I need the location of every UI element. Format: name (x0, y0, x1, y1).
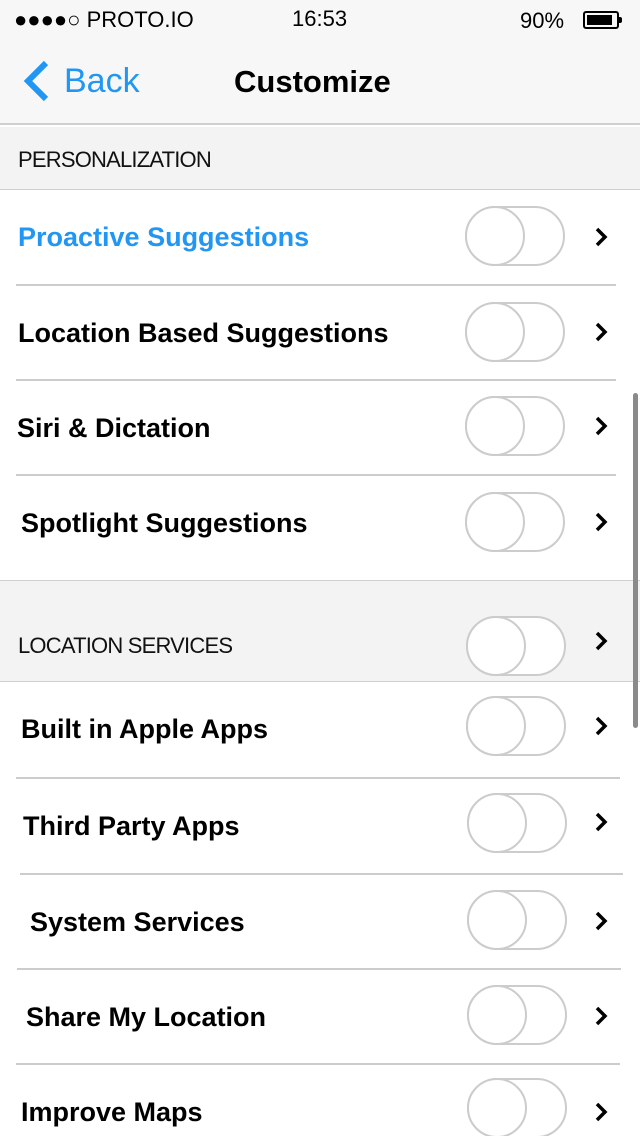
list-item-system-services[interactable]: System Services (0, 875, 640, 970)
toggle-knob (467, 890, 527, 950)
toggle-knob (465, 206, 525, 266)
list-item-siri-dictation[interactable]: Siri & Dictation (0, 381, 640, 476)
share-my-location-toggle[interactable] (467, 985, 567, 1045)
toggle-knob (467, 985, 527, 1045)
list-item-spotlight-suggestions[interactable]: Spotlight Suggestions (0, 476, 640, 580)
chevron-right-icon[interactable] (594, 226, 608, 248)
toggle-knob (467, 793, 527, 853)
chevron-left-icon (23, 60, 49, 102)
list-item-label: Spotlight Suggestions (21, 508, 308, 538)
chevron-right-icon[interactable] (594, 511, 608, 533)
scrollbar[interactable] (633, 393, 638, 728)
signal-strength-icon: ●●●●○ (14, 7, 81, 32)
list-item-proactive-suggestions[interactable]: Proactive Suggestions (0, 190, 640, 286)
toggle-knob (465, 492, 525, 552)
back-button[interactable]: Back (22, 60, 140, 102)
list-item-label: System Services (30, 907, 245, 937)
location-based-suggestions-toggle[interactable] (465, 302, 565, 362)
chevron-right-icon[interactable] (594, 715, 608, 737)
toggle-knob (465, 302, 525, 362)
proactive-suggestions-toggle[interactable] (465, 206, 565, 266)
section-header-personalization: PERSONALIZATION (0, 127, 640, 190)
status-bar: ●●●●○ PROTO.IO 16:53 90% (0, 0, 640, 40)
chevron-right-icon[interactable] (594, 910, 608, 932)
chevron-right-icon[interactable] (594, 630, 608, 652)
list-item-improve-maps[interactable]: Improve Maps (0, 1065, 640, 1136)
navigation-bar: Back Customize (0, 40, 640, 125)
list-item-label: Siri & Dictation (17, 413, 211, 443)
list-item-built-in-apple-apps[interactable]: Built in Apple Apps (0, 682, 640, 779)
spotlight-suggestions-toggle[interactable] (465, 492, 565, 552)
section-header-location-services: LOCATION SERVICES (0, 580, 640, 682)
carrier-label: ●●●●○ PROTO.IO (14, 7, 194, 32)
status-time: 16:53 (292, 6, 348, 31)
chevron-right-icon[interactable] (594, 321, 608, 343)
location-services-toggle[interactable] (466, 616, 566, 676)
list-item-label: Proactive Suggestions (18, 222, 310, 252)
section-title: PERSONALIZATION (18, 147, 212, 172)
list-item-label: Share My Location (26, 1002, 267, 1032)
list-item-label: Built in Apple Apps (21, 714, 268, 744)
system-services-toggle[interactable] (467, 890, 567, 950)
toggle-knob (467, 1078, 527, 1136)
built-in-apple-apps-toggle[interactable] (466, 696, 566, 756)
section-title: LOCATION SERVICES (18, 633, 233, 658)
page-title: Customize (234, 64, 391, 99)
list-item-third-party-apps[interactable]: Third Party Apps (0, 779, 640, 875)
list-item-label: Location Based Suggestions (18, 318, 389, 348)
list-item-label: Improve Maps (21, 1097, 203, 1127)
back-label: Back (64, 61, 140, 100)
siri-dictation-toggle[interactable] (465, 396, 565, 456)
toggle-knob (466, 616, 526, 676)
battery-percent: 90% (520, 8, 565, 33)
toggle-knob (465, 396, 525, 456)
list-item-label: Third Party Apps (23, 811, 240, 841)
chevron-right-icon[interactable] (594, 811, 608, 833)
chevron-right-icon[interactable] (594, 1101, 608, 1123)
list-item-location-based-suggestions[interactable]: Location Based Suggestions (0, 286, 640, 381)
chevron-right-icon[interactable] (594, 415, 608, 437)
improve-maps-toggle[interactable] (467, 1078, 567, 1136)
list-item-share-my-location[interactable]: Share My Location (0, 970, 640, 1065)
chevron-right-icon[interactable] (594, 1005, 608, 1027)
battery-icon (583, 11, 622, 29)
battery-fill (587, 15, 613, 25)
third-party-apps-toggle[interactable] (467, 793, 567, 853)
toggle-knob (466, 696, 526, 756)
